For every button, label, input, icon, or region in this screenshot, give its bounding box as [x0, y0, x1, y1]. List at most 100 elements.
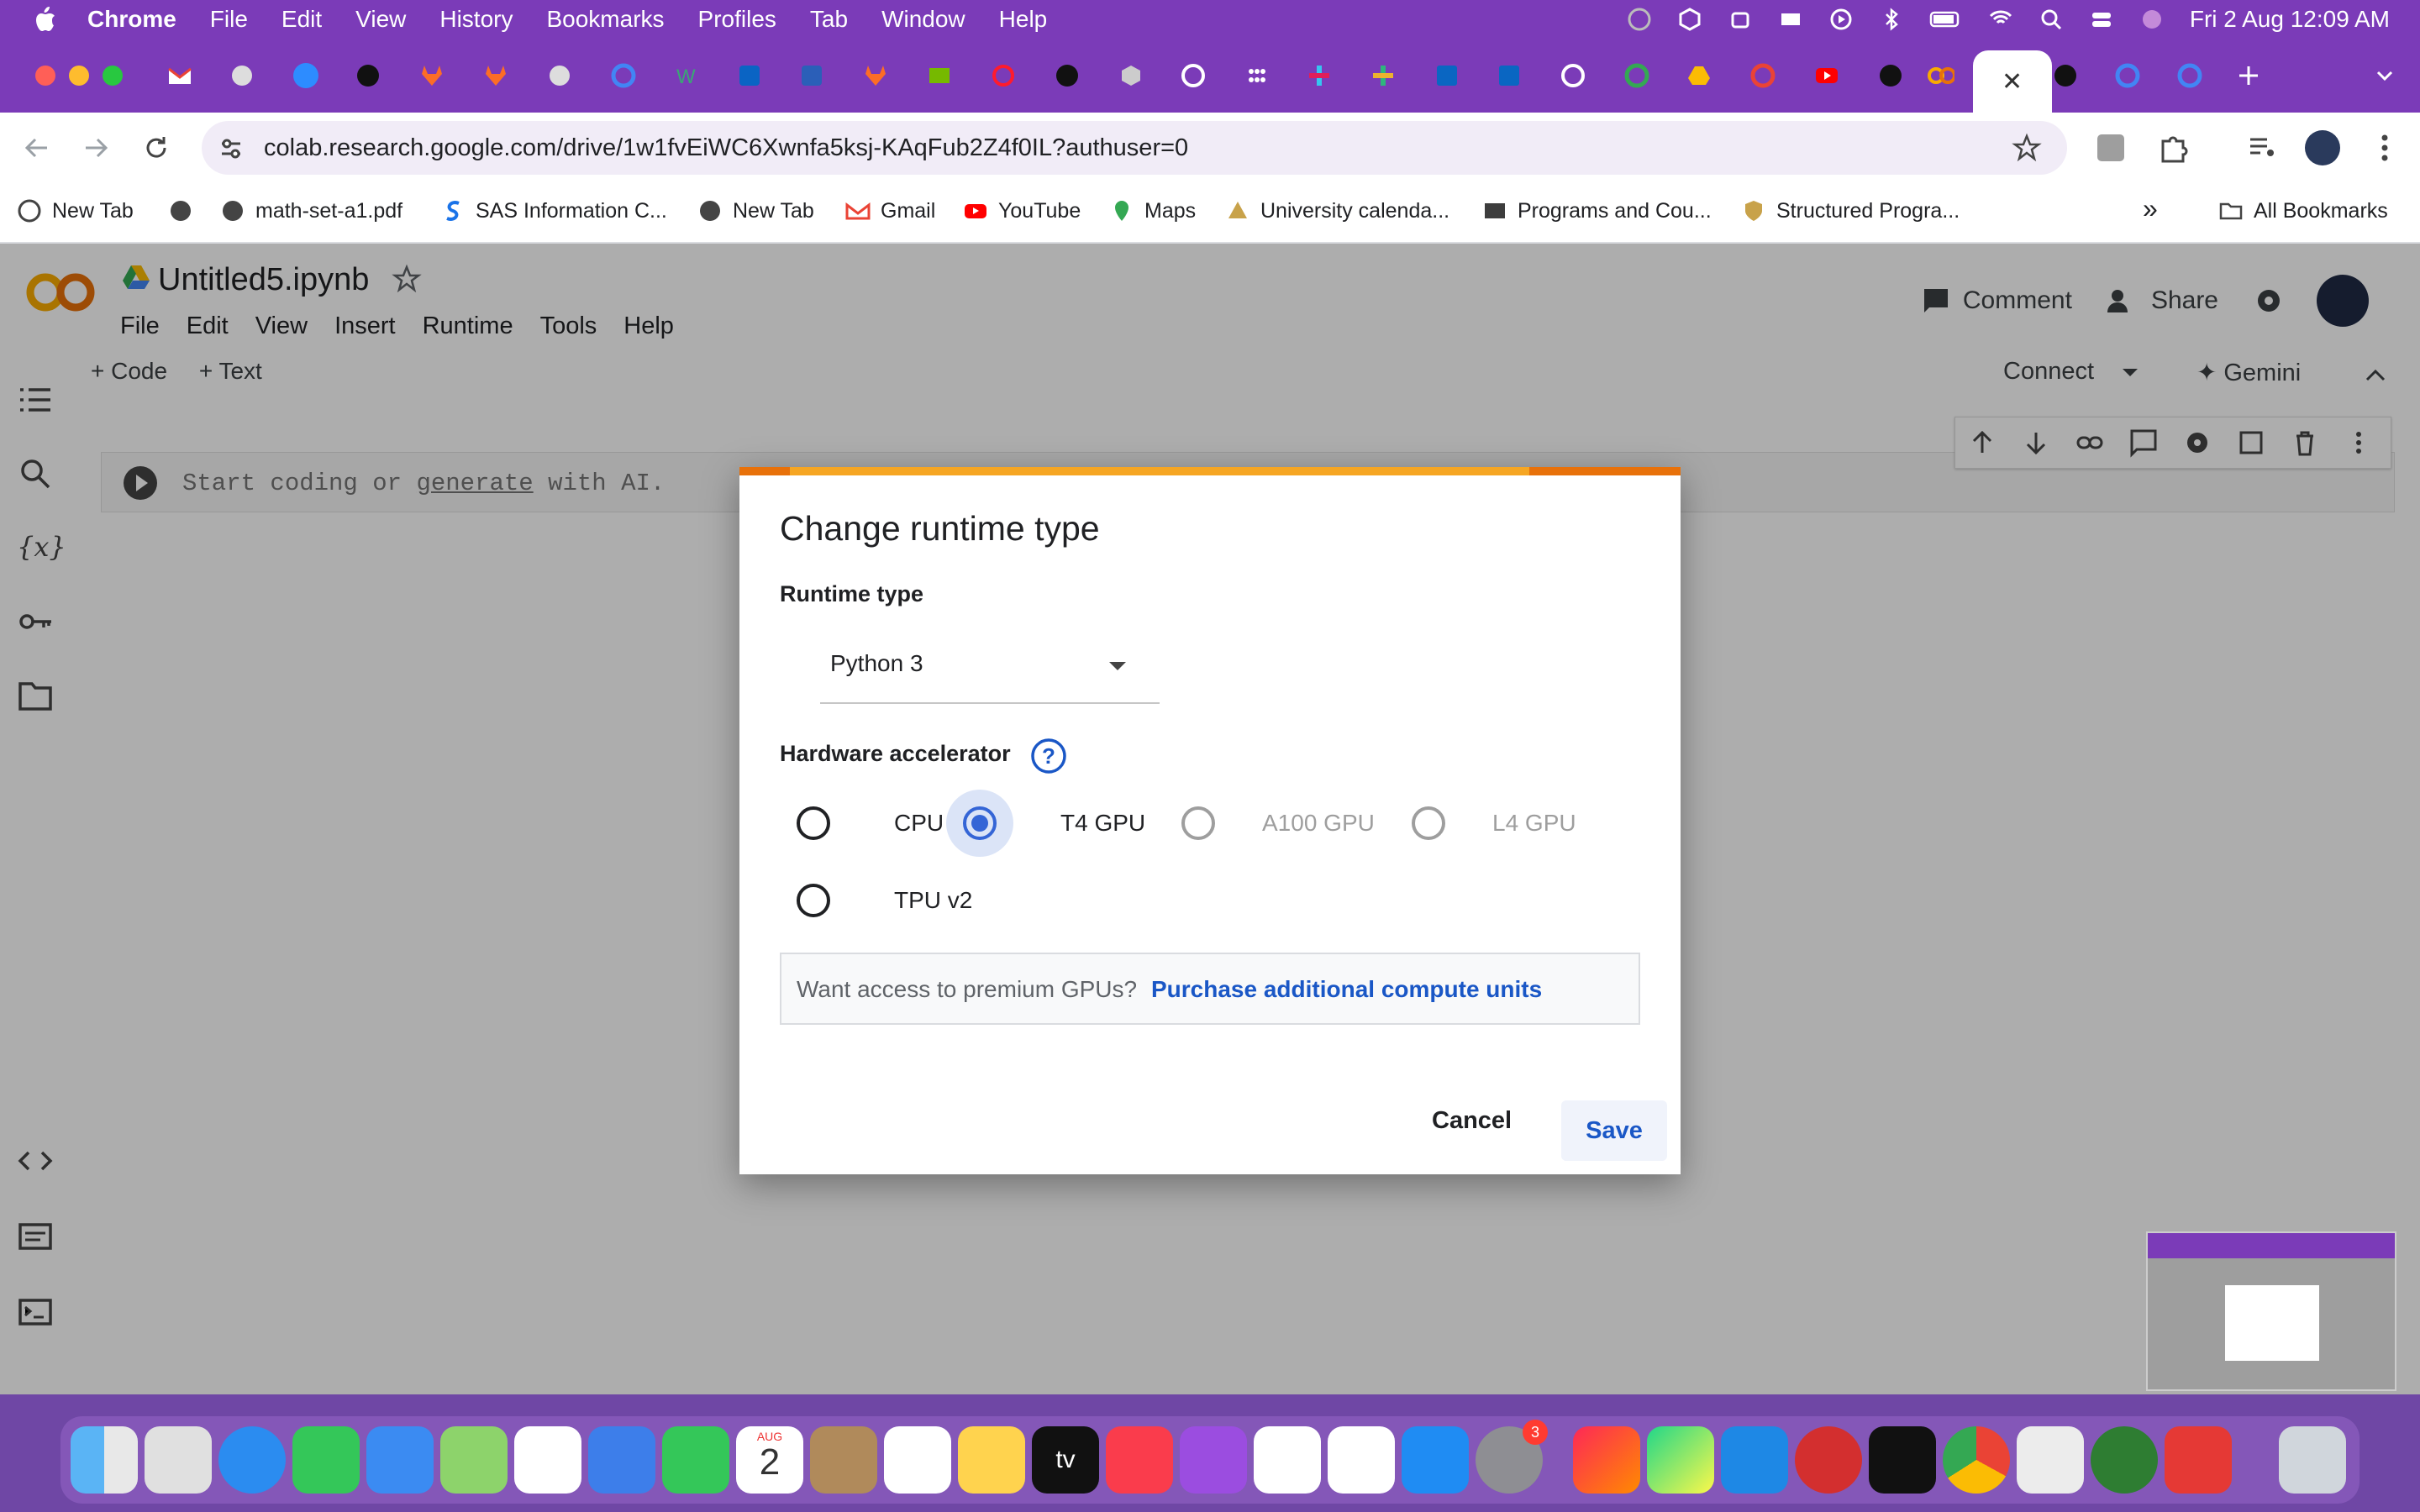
tab-openai-2[interactable]: [1560, 62, 1586, 89]
bookmark-math-set[interactable]: math-set-a1.pdf: [220, 198, 402, 223]
dock-app-store[interactable]: [1402, 1426, 1469, 1494]
site-settings-icon[interactable]: [217, 134, 245, 163]
extensions-icon[interactable]: [2156, 129, 2193, 166]
tab-google-4[interactable]: [2114, 62, 2141, 89]
new-tab-icon[interactable]: [2235, 62, 2262, 89]
clock[interactable]: Fri 2 Aug 12:09 AM: [2190, 6, 2390, 33]
url-text[interactable]: colab.research.google.com/drive/1w1fvEiW…: [264, 134, 1188, 162]
dock-unity[interactable]: [2017, 1426, 2084, 1494]
tab-github-4[interactable]: [2052, 62, 2079, 89]
tab-outlook[interactable]: [736, 62, 763, 89]
tab-google-1[interactable]: [610, 62, 637, 89]
dock-notes[interactable]: [958, 1426, 1025, 1494]
dock-safari[interactable]: [218, 1426, 286, 1494]
dock-trash[interactable]: [2279, 1426, 2346, 1494]
close-tab-icon[interactable]: ✕: [2002, 67, 2023, 97]
control-center-icon[interactable]: [2087, 7, 2116, 32]
media-control-icon[interactable]: [2244, 129, 2281, 166]
menu-app-name[interactable]: Chrome: [87, 6, 176, 33]
bookmark-new-tab-2[interactable]: New Tab: [697, 198, 814, 223]
bookmark-programs[interactable]: Programs and Cou...: [1482, 198, 1712, 223]
menu-history[interactable]: History: [439, 6, 513, 33]
zoom-window-button[interactable]: [103, 66, 123, 86]
tab-github-2[interactable]: [1054, 62, 1081, 89]
menu-profiles[interactable]: Profiles: [698, 6, 776, 33]
menu-file[interactable]: File: [210, 6, 248, 33]
bookmark-structured-programming[interactable]: Structured Progra...: [1741, 198, 1960, 223]
dock-calendar[interactable]: AUG 2: [736, 1426, 803, 1494]
menu-edit[interactable]: Edit: [281, 6, 322, 33]
address-bar[interactable]: colab.research.google.com/drive/1w1fvEiW…: [202, 121, 2067, 175]
tab-gmail[interactable]: [166, 62, 193, 89]
tab-github-3[interactable]: [1877, 62, 1904, 89]
profile-avatar[interactable]: [2304, 129, 2341, 166]
dock-keynote[interactable]: [588, 1426, 655, 1494]
dock-im-app[interactable]: [2165, 1426, 2232, 1494]
dock-system-settings[interactable]: 3: [1476, 1420, 1548, 1494]
forward-icon[interactable]: [77, 129, 114, 166]
tab-google-5[interactable]: [2176, 62, 2203, 89]
dock-mail[interactable]: [366, 1426, 434, 1494]
bookmark-youtube[interactable]: YouTube: [963, 198, 1081, 223]
tab-github-1[interactable]: [355, 62, 381, 89]
dock-terminal[interactable]: [1869, 1426, 1936, 1494]
dock-contacts[interactable]: [810, 1426, 877, 1494]
dock-pages[interactable]: [1328, 1426, 1395, 1494]
tab-w[interactable]: W: [672, 62, 699, 89]
battery-icon[interactable]: [1928, 7, 1965, 32]
tab-gitlab-1[interactable]: [418, 62, 445, 89]
bookmark-university-calendar[interactable]: University calenda...: [1225, 198, 1449, 223]
dock-numbers[interactable]: [1254, 1426, 1321, 1494]
dock-reminders[interactable]: [884, 1426, 951, 1494]
bookmark-gmail[interactable]: Gmail: [845, 198, 935, 223]
robot-status-icon[interactable]: [1726, 7, 1754, 32]
dock-circle-app[interactable]: [2091, 1426, 2158, 1494]
tab-colab-inactive[interactable]: [1928, 62, 1954, 89]
dock-music[interactable]: [1106, 1426, 1173, 1494]
bookmark-star-icon[interactable]: [2012, 133, 2042, 163]
minimize-window-button[interactable]: [69, 66, 89, 86]
purchase-compute-units-link[interactable]: Purchase additional compute units: [1151, 976, 1542, 1003]
radio-tpu-v2[interactable]: [793, 880, 834, 921]
tab-cube[interactable]: [1118, 62, 1144, 89]
dock-launchpad[interactable]: [145, 1426, 212, 1494]
im-status-icon[interactable]: [1776, 7, 1805, 32]
tab-google-3[interactable]: [1749, 62, 1776, 89]
wifi-icon[interactable]: [1986, 7, 2015, 32]
bookmark-maps[interactable]: Maps: [1109, 198, 1196, 223]
siri-icon[interactable]: [2138, 7, 2166, 32]
tab-linkedin-2[interactable]: [1496, 62, 1523, 89]
dock-vscode[interactable]: [1721, 1426, 1788, 1494]
cube-status-icon[interactable]: [1676, 7, 1704, 32]
dock-finder[interactable]: [71, 1426, 138, 1494]
tab-grid[interactable]: [1244, 62, 1270, 89]
tab-slack-1[interactable]: [1306, 62, 1333, 89]
dock-chrome[interactable]: [1943, 1426, 2010, 1494]
dock-intellij[interactable]: [1573, 1426, 1640, 1494]
dock-photos[interactable]: [514, 1426, 581, 1494]
radio-t4-gpu[interactable]: [946, 790, 1013, 857]
menu-tab[interactable]: Tab: [810, 6, 848, 33]
radio-l4-gpu[interactable]: [1408, 803, 1449, 843]
dock-apple-tv[interactable]: tv: [1032, 1426, 1099, 1494]
bookmarks-overflow-icon[interactable]: »: [2143, 193, 2158, 224]
tab-gitlab-2[interactable]: [482, 62, 509, 89]
extension-puzzle-gray-icon[interactable]: [2092, 129, 2129, 166]
tab-word[interactable]: [798, 62, 825, 89]
tab-google-2[interactable]: [1623, 62, 1650, 89]
menu-view[interactable]: View: [355, 6, 406, 33]
bookmark-new-tab-1[interactable]: New Tab: [17, 198, 134, 223]
help-icon[interactable]: ?: [1030, 738, 1067, 774]
apple-icon[interactable]: [32, 4, 57, 34]
dock-maps[interactable]: [440, 1426, 508, 1494]
tab-slack-2[interactable]: [1370, 62, 1397, 89]
tab-opera[interactable]: [990, 62, 1017, 89]
dock-facetime[interactable]: [662, 1426, 729, 1494]
cancel-button[interactable]: Cancel: [1432, 1107, 1512, 1135]
tab-drive[interactable]: [1686, 62, 1712, 89]
close-window-button[interactable]: [35, 66, 55, 86]
active-tab[interactable]: ✕: [1973, 50, 2052, 113]
globe-status-icon[interactable]: [1625, 7, 1654, 32]
dock-angry-birds[interactable]: [1795, 1426, 1862, 1494]
bookmark-globe[interactable]: [168, 198, 193, 223]
